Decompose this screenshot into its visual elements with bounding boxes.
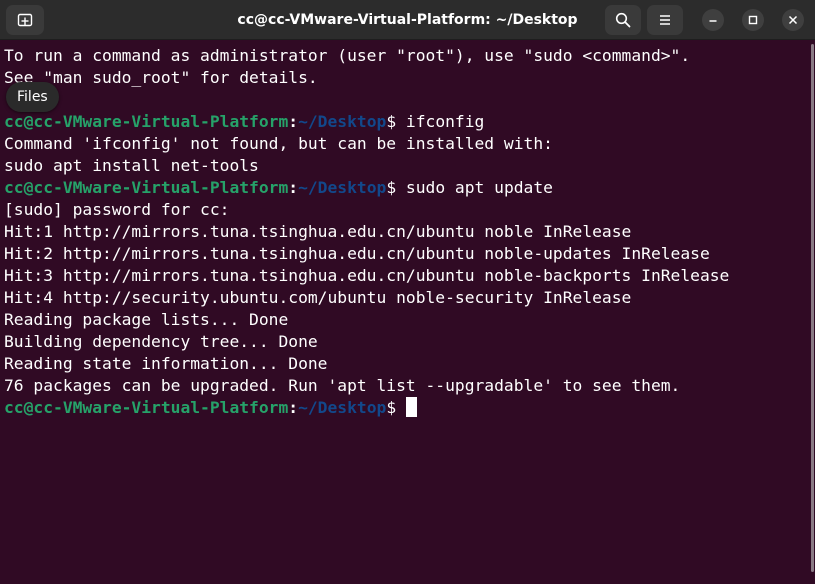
prompt-symbol: $ (386, 178, 406, 197)
output-line: 76 packages can be upgraded. Run 'apt li… (4, 376, 681, 395)
prompt-path: ~/Desktop (298, 398, 387, 417)
maximize-icon (748, 15, 758, 25)
prompt-user: cc@cc-VMware-Virtual-Platform (4, 178, 289, 197)
output-line: See "man sudo_root" for details. (4, 68, 318, 87)
minimize-icon (709, 20, 717, 22)
prompt-path: ~/Desktop (298, 112, 387, 131)
prompt-line: cc@cc-VMware-Virtual-Platform:~/Desktop$… (4, 111, 807, 133)
output-line: Hit:3 http://mirrors.tuna.tsinghua.edu.c… (4, 266, 730, 285)
menu-button[interactable] (647, 5, 683, 35)
header-bar: cc@cc-VMware-Virtual-Platform: ~/Desktop (0, 0, 815, 40)
prompt-user: cc@cc-VMware-Virtual-Platform (4, 112, 289, 131)
close-button[interactable] (782, 9, 804, 31)
prompt-colon: : (288, 178, 299, 197)
prompt-user: cc@cc-VMware-Virtual-Platform (4, 398, 289, 417)
scrollbar[interactable] (811, 44, 814, 572)
prompt-path: ~/Desktop (298, 178, 387, 197)
new-tab-button[interactable] (6, 5, 44, 35)
prompt-line: cc@cc-VMware-Virtual-Platform:~/Desktop$ (4, 397, 807, 419)
maximize-button[interactable] (742, 9, 764, 31)
files-tooltip: Files (6, 82, 59, 112)
close-icon (788, 15, 798, 25)
output-line: To run a command as administrator (user … (4, 46, 691, 65)
output-line: Building dependency tree... Done (4, 332, 318, 351)
output-line: Hit:2 http://mirrors.tuna.tsinghua.edu.c… (4, 244, 710, 263)
output-line: Reading package lists... Done (4, 310, 289, 329)
window-title: cc@cc-VMware-Virtual-Platform: ~/Desktop (237, 12, 578, 28)
output-line: sudo apt install net-tools (4, 156, 259, 175)
command-text: ifconfig (405, 112, 485, 131)
prompt-colon: : (288, 398, 299, 417)
output-line: Hit:4 http://security.ubuntu.com/ubuntu … (4, 288, 632, 307)
terminal-output[interactable]: To run a command as administrator (user … (4, 45, 807, 419)
new-tab-icon (17, 13, 33, 27)
prompt-line: cc@cc-VMware-Virtual-Platform:~/Desktop$… (4, 177, 807, 199)
prompt-symbol: $ (386, 112, 406, 131)
search-icon (615, 12, 631, 28)
prompt-symbol: $ (386, 398, 406, 417)
text-cursor (405, 397, 417, 417)
output-line: Hit:1 http://mirrors.tuna.tsinghua.edu.c… (4, 222, 632, 241)
output-line: Command 'ifconfig' not found, but can be… (4, 134, 553, 153)
minimize-button[interactable] (702, 9, 724, 31)
prompt-colon: : (288, 112, 299, 131)
terminal-window: cc@cc-VMware-Virtual-Platform: ~/Desktop (0, 0, 815, 584)
command-text: sudo apt update (405, 178, 553, 197)
output-line: Reading state information... Done (4, 354, 328, 373)
search-button[interactable] (605, 5, 641, 35)
hamburger-menu-icon (660, 15, 670, 25)
output-line: [sudo] password for cc: (4, 200, 230, 219)
